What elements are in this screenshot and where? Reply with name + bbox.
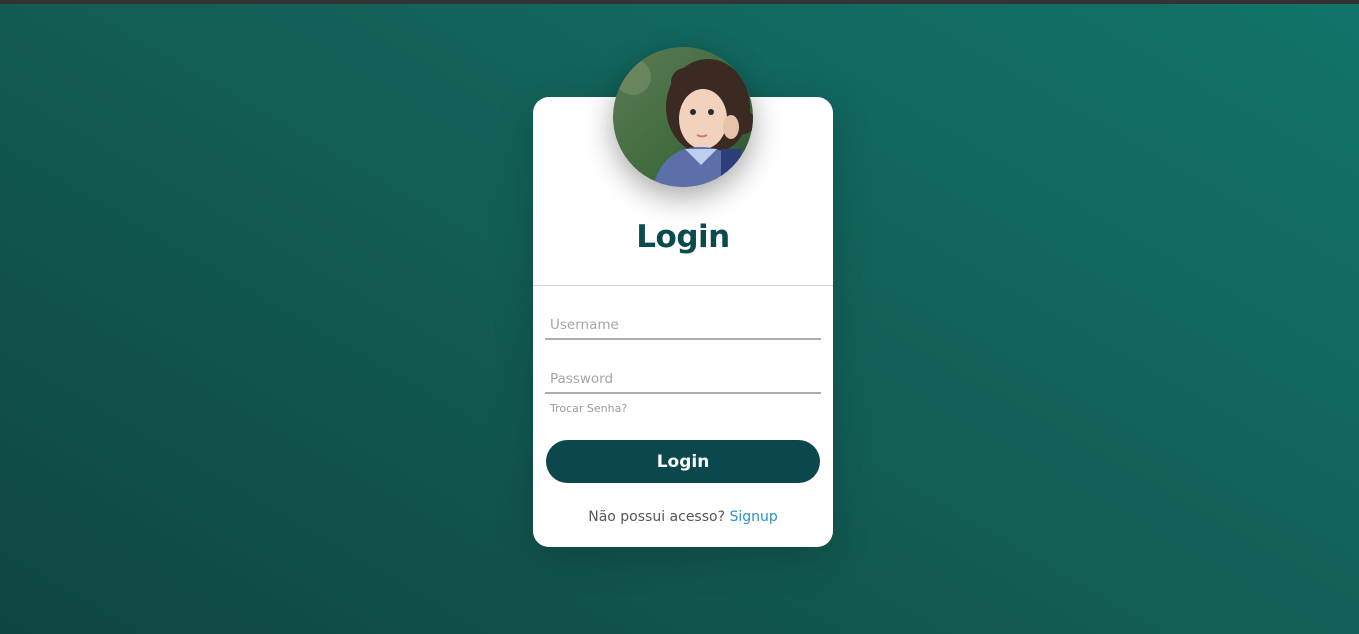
title-divider	[533, 285, 833, 286]
profile-avatar	[613, 47, 753, 187]
login-button[interactable]: Login	[546, 440, 820, 483]
login-title: Login	[636, 219, 730, 255]
password-input[interactable]	[545, 368, 821, 394]
change-password-link[interactable]: Trocar Senha?	[550, 402, 627, 415]
signup-link[interactable]: Signup	[729, 509, 777, 525]
browser-top-bar	[0, 0, 1359, 4]
signup-row: Não possui acesso? Signup	[533, 509, 833, 525]
avatar-photo-child	[613, 47, 753, 187]
username-input[interactable]	[545, 314, 821, 340]
signup-prompt: Não possui acesso?	[588, 509, 726, 525]
